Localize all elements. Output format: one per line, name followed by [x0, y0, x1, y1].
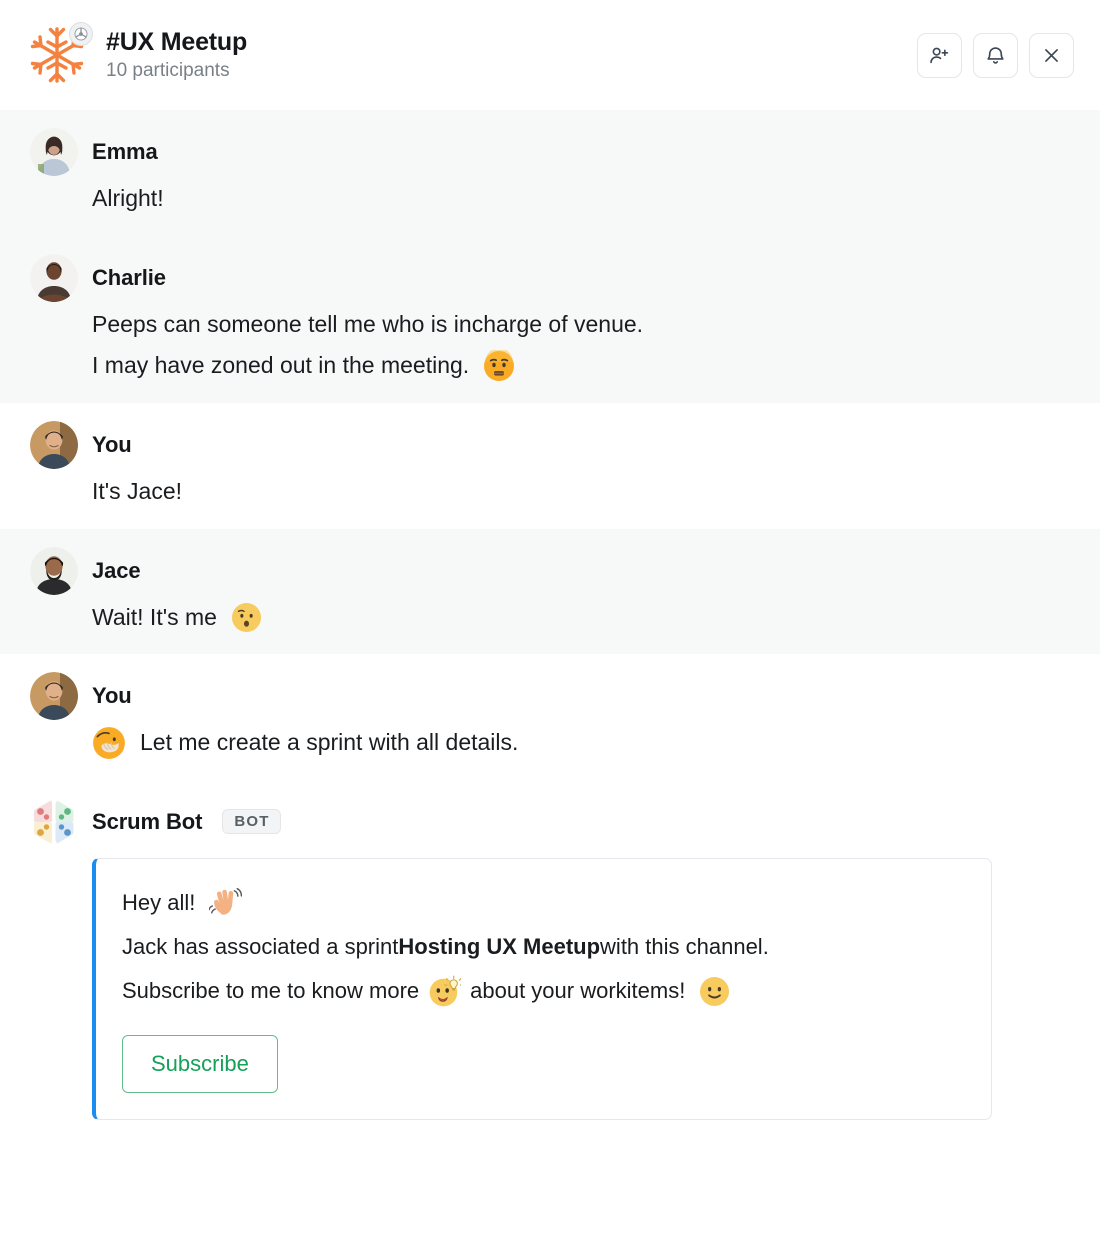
charlie-avatar [30, 253, 78, 302]
jace-avatar [30, 546, 78, 595]
message-author: You [92, 683, 132, 709]
avatar-image [30, 546, 78, 595]
message-body: Peeps can someone tell me who is incharg… [30, 304, 1074, 387]
message-list[interactable]: Emma Alright! Charlie Peeps can someone … [0, 110, 1100, 1248]
surprised-face-emoji [231, 602, 262, 633]
avatar-image [30, 672, 78, 721]
list-bottom-spacer [0, 1136, 1100, 1196]
add-person-button[interactable] [917, 32, 962, 78]
message-header: Scrum Bot BOT [30, 796, 1074, 848]
message-line: Let me create a sprint with all details. [92, 722, 1074, 764]
message-group-you-2: You Let me create a sprint with all deta… [0, 654, 1100, 780]
channel-header: #UX Meetup 10 participants [0, 0, 1100, 110]
you-avatar [30, 420, 78, 469]
face-with-lightbulb-emoji [428, 975, 462, 1008]
scrum-bot-avatar [30, 798, 78, 846]
notifications-button[interactable] [973, 32, 1018, 78]
message-text: Alright! [92, 185, 164, 211]
bot-card-line-1: Hey all! [122, 881, 965, 925]
message-text: Wait! It's me [92, 603, 217, 630]
avatar-image [30, 253, 78, 302]
channel-meta: #UX Meetup 10 participants [106, 27, 247, 83]
avatar-image [34, 800, 74, 844]
participants-count: 10 participants [106, 60, 230, 82]
message-text: Let me create a sprint with all details. [140, 729, 519, 756]
activity-badge-icon [69, 22, 93, 46]
message-author: Emma [92, 139, 158, 164]
message-body: Alright! [30, 178, 1074, 220]
message-text: Jack has associated a sprint [122, 933, 399, 959]
you-avatar [30, 672, 78, 721]
message-text: with this channel. [600, 933, 769, 959]
bot-attachment-card: Hey all! Jack has associated a sprint Ho… [92, 857, 992, 1121]
channel-avatar [22, 20, 93, 90]
hand-over-mouth-emoji [92, 726, 126, 760]
message-header: You [30, 419, 1074, 471]
avatar-image [30, 420, 78, 469]
message-line: Peeps can someone tell me who is incharg… [92, 304, 1074, 346]
message-line: Wait! It's me [92, 597, 1074, 639]
message-header: Charlie [30, 252, 1074, 304]
message-group-emma: Emma Alright! [0, 110, 1100, 236]
message-author: Charlie [92, 264, 166, 290]
message-text: Hey all! [122, 889, 196, 915]
message-body: Let me create a sprint with all details. [30, 722, 1074, 764]
worried-face-emoji [483, 350, 515, 382]
add-person-icon [930, 47, 949, 63]
status-badge: BOT [222, 809, 281, 835]
message-text: It's Jace! [92, 477, 183, 504]
slight-smile-emoji [699, 976, 730, 1007]
close-button[interactable] [1029, 32, 1074, 78]
message-header: Emma [30, 126, 1074, 178]
bell-icon [987, 46, 1004, 64]
subscribe-button[interactable]: Subscribe [122, 1035, 278, 1094]
message-author: Scrum Bot [92, 808, 203, 834]
chat-window: #UX Meetup 10 participants Emma Alright!… [0, 0, 1100, 1248]
message-header: You [30, 670, 1074, 722]
message-group-scrum-bot: Scrum Bot BOT Hey all! Jack has associat… [0, 779, 1100, 1137]
avatar-image [30, 128, 78, 176]
header-actions [917, 32, 1074, 78]
message-body: Wait! It's me [30, 597, 1074, 639]
bot-card-line-2: Jack has associated a sprint Hosting UX … [122, 925, 965, 969]
message-header: Jace [30, 545, 1074, 597]
message-line: Alright! [92, 178, 1074, 220]
sprint-name: Hosting UX Meetup [398, 933, 601, 959]
message-body: It's Jace! [30, 471, 1074, 513]
message-group-jace: Jace Wait! It's me [0, 528, 1100, 655]
message-text: Subscribe to me to know more [122, 978, 420, 1004]
waving-hand-emoji [209, 886, 243, 919]
message-text: about your workitems! [470, 978, 686, 1004]
message-group-charlie: Charlie Peeps can someone tell me who is… [0, 235, 1100, 403]
message-text: I may have zoned out in the meeting. [92, 352, 470, 379]
message-group-you-1: You It's Jace! [0, 402, 1100, 529]
message-line: I may have zoned out in the meeting. [92, 345, 1074, 387]
close-icon [1045, 48, 1058, 62]
bot-card-line-3: Subscribe to me to know more about your … [122, 969, 965, 1013]
message-text: Peeps can someone tell me who is incharg… [92, 310, 644, 337]
emma-avatar [30, 128, 78, 176]
bot-card-wrap: Hey all! Jack has associated a sprint Ho… [30, 848, 1074, 1121]
message-line: It's Jace! [92, 471, 1074, 513]
message-author: You [92, 431, 132, 457]
message-author: Jace [92, 557, 141, 583]
page-title: #UX Meetup [106, 28, 248, 57]
